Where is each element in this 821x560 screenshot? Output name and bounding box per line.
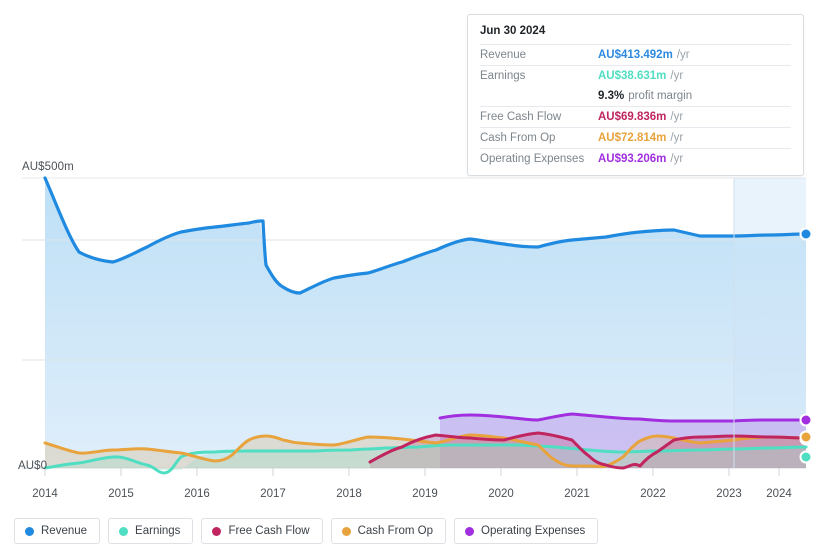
endpoint-earnings	[799, 450, 813, 464]
y-axis-max-label: AU$500m	[22, 161, 74, 173]
tooltip-unit-profit-margin: profit margin	[628, 90, 693, 102]
legend-label-cash-from-op: Cash From Op	[357, 525, 434, 537]
tooltip-value-revenue: AU$413.492m	[598, 49, 673, 61]
tooltip-label-revenue: Revenue	[480, 49, 527, 61]
tooltip-value-earnings: AU$38.631m	[598, 70, 667, 82]
tooltip-label-cash-from-op: Cash From Op	[480, 132, 556, 144]
legend-item-earnings[interactable]: Earnings	[108, 518, 194, 544]
y-axis-zero-label: AU$0	[18, 460, 48, 472]
legend-item-cash-from-op[interactable]: Cash From Op	[330, 518, 447, 544]
x-axis-label-2014: 2014	[32, 488, 58, 500]
legend-label-free-cash-flow: Free Cash Flow	[228, 525, 310, 537]
tooltip-value-cash-from-op: AU$72.814m	[598, 132, 667, 144]
legend-label-revenue: Revenue	[41, 525, 88, 537]
x-axis-label-2017: 2017	[260, 488, 286, 500]
x-axis-label-2021: 2021	[564, 488, 590, 500]
legend-dot-revenue-icon	[25, 526, 34, 536]
tooltip-row-profit-margin: 9.3% profit margin	[480, 86, 791, 106]
tooltip-row-earnings: Earnings AU$38.631m /yr	[480, 65, 791, 86]
legend-label-operating-expenses: Operating Expenses	[481, 525, 586, 537]
x-axis-label-2023: 2023	[716, 488, 742, 500]
chart-tooltip: Jun 30 2024 Revenue AU$413.492m /yr Earn…	[467, 14, 804, 176]
tooltip-unit-operating-expenses: /yr	[670, 153, 684, 165]
endpoint-operating-expenses	[799, 413, 813, 427]
tooltip-row-free-cash-flow: Free Cash Flow AU$69.836m /yr	[480, 106, 791, 127]
legend-item-free-cash-flow[interactable]: Free Cash Flow	[201, 518, 323, 544]
endpoint-revenue	[799, 227, 813, 241]
tooltip-value-free-cash-flow: AU$69.836m	[598, 111, 667, 123]
tooltip-row-revenue: Revenue AU$413.492m /yr	[480, 44, 791, 65]
tooltip-label-operating-expenses: Operating Expenses	[480, 153, 585, 165]
x-axis-label-2018: 2018	[336, 488, 362, 500]
legend-item-operating-expenses[interactable]: Operating Expenses	[454, 518, 599, 544]
x-axis-label-2019: 2019	[412, 488, 438, 500]
x-axis-label-2020: 2020	[488, 488, 514, 500]
legend-dot-earnings-icon	[119, 526, 129, 536]
tooltip-date: Jun 30 2024	[480, 25, 546, 37]
tooltip-unit-cash-from-op: /yr	[670, 132, 684, 144]
legend-dot-cash-from-op-icon	[341, 526, 351, 536]
tooltip-unit-free-cash-flow: /yr	[670, 111, 684, 123]
legend-item-revenue[interactable]: Revenue	[14, 518, 101, 544]
tooltip-label-earnings: Earnings	[480, 70, 526, 82]
legend-dot-free-cash-flow-icon	[212, 526, 222, 536]
legend-label-earnings: Earnings	[135, 525, 181, 537]
x-axis-label-2024: 2024	[766, 488, 792, 500]
chart-legend: Revenue Earnings Free Cash Flow Cash Fro…	[14, 518, 599, 544]
tooltip-row-cash-from-op: Cash From Op AU$72.814m /yr	[480, 127, 791, 148]
tooltip-unit-earnings: /yr	[670, 70, 684, 82]
x-axis-label-2015: 2015	[108, 488, 134, 500]
endpoint-cash-from-op	[799, 430, 813, 444]
x-axis-label-2016: 2016	[184, 488, 210, 500]
tooltip-unit-revenue: /yr	[676, 49, 690, 61]
x-axis-label-2022: 2022	[640, 488, 666, 500]
tooltip-value-operating-expenses: AU$93.206m	[598, 153, 667, 165]
tooltip-row-operating-expenses: Operating Expenses AU$93.206m /yr	[480, 148, 791, 169]
legend-dot-operating-expenses-icon	[465, 526, 475, 536]
tooltip-label-free-cash-flow: Free Cash Flow	[480, 111, 562, 123]
tooltip-value-profit-margin: 9.3%	[598, 90, 625, 102]
